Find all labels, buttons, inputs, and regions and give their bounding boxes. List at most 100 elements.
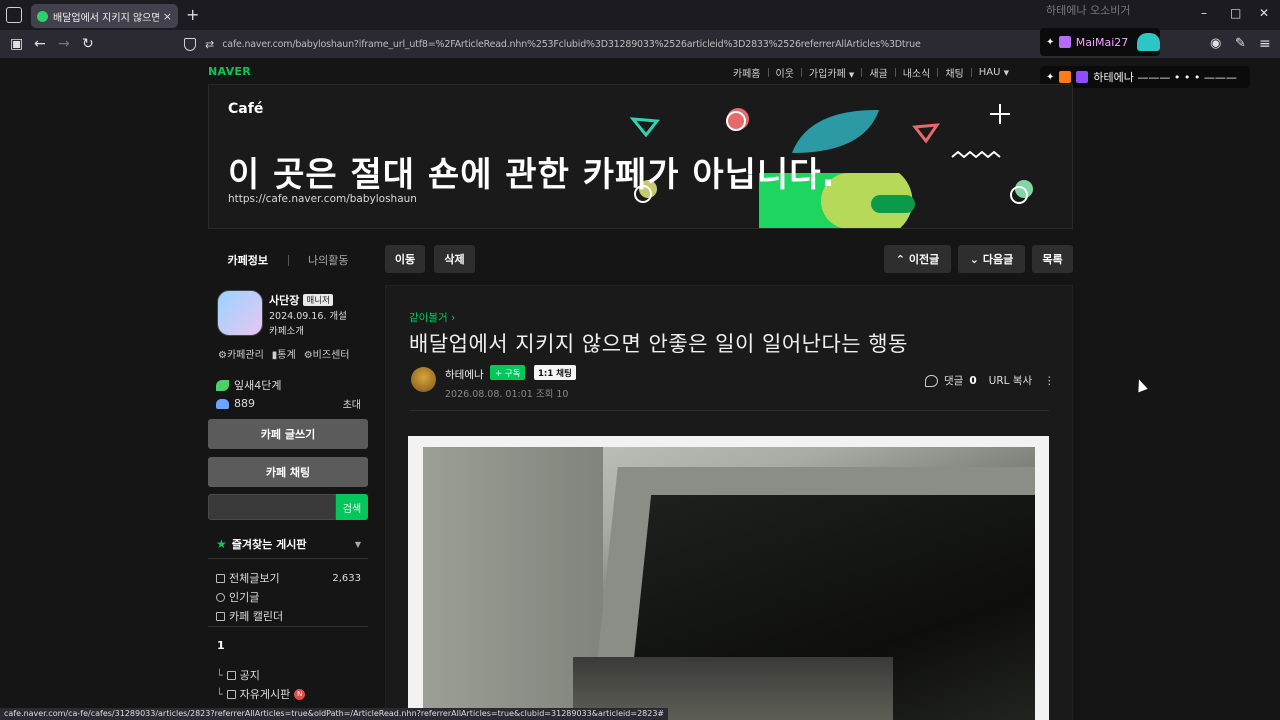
banner-headline: 이 곳은 절대 숀에 관한 카페가 아닙니다. (228, 155, 836, 195)
new-badge: N (294, 688, 306, 700)
tree-branch-icon: └ (216, 668, 223, 682)
chat-message-text: 하테에나 ——— • • • ——— (1093, 71, 1237, 84)
tab-list-icon[interactable] (6, 7, 22, 23)
maximize-icon[interactable]: □ (1230, 6, 1241, 20)
cafe-intro-link[interactable]: 카페소개 (269, 323, 304, 337)
account-icon[interactable]: ◉ (1210, 35, 1221, 53)
menu-joined-cafes[interactable]: 가입카페 ▼ (802, 65, 861, 80)
minimize-icon[interactable]: – (1201, 6, 1207, 20)
tracking-shield-icon[interactable] (184, 37, 196, 51)
comments-label[interactable]: 댓글 (944, 373, 963, 388)
cafe-chat-button[interactable]: 카페 채팅 (208, 457, 368, 487)
board-free[interactable]: └ 자유게시판 N (216, 686, 361, 702)
page-info-icon[interactable]: ⇄ (205, 38, 214, 51)
chat-username: MaiMai27 (1075, 35, 1129, 49)
next-post-label: 다음글 (982, 253, 1014, 266)
one-on-one-chat-button[interactable]: 1:1 채팅 (534, 365, 576, 380)
comments-count[interactable]: 0 (969, 375, 976, 387)
menu-new-posts[interactable]: 새글 (862, 65, 894, 80)
menu-popular[interactable]: 인기글 (216, 589, 361, 605)
article-meta: 2026.08.08. 01:01 조회 10 (445, 389, 569, 400)
delete-button[interactable]: 삭제 (434, 245, 475, 273)
tier-badge-icon (1076, 71, 1089, 83)
owner-profile: 사단장 매니저 (269, 292, 333, 308)
menu-cafe-home[interactable]: 카페홈 (726, 65, 768, 80)
top-menu: 카페홈 이웃 가입카페 ▼ 새글 내소식 채팅 HAU ▼ (726, 65, 1016, 80)
board-link[interactable]: 같이볼거 › (409, 310, 455, 325)
favorite-boards-header[interactable]: ★ 즐겨찾는 게시판 ▼ (216, 536, 361, 552)
stats-link[interactable]: ▮통계 (272, 346, 296, 361)
level-label: 잎새4단계 (234, 379, 282, 392)
all-posts-count: 2,633 (332, 572, 361, 584)
member-count-value[interactable]: 889 (234, 397, 255, 410)
board-group-title: 1 (217, 639, 225, 652)
cafe-search-input[interactable] (208, 494, 336, 520)
tree-branch-icon: └ (216, 687, 223, 701)
new-tab-button[interactable]: + (186, 5, 199, 24)
more-options-icon[interactable]: ⋮ (1044, 375, 1055, 387)
menu-neighbors[interactable]: 이웃 (769, 65, 801, 80)
menu-all-posts[interactable]: 전체글보기 2,633 (216, 570, 361, 586)
cafe-write-button[interactable]: 카페 글쓰기 (208, 419, 368, 449)
tab-close-icon[interactable]: × (163, 10, 172, 23)
menu-icon[interactable]: ≡ (1259, 35, 1271, 53)
subscribe-button[interactable]: + 구독 (490, 365, 526, 380)
menu-calendar[interactable]: 카페 캘린더 (216, 608, 361, 624)
comment-icon[interactable] (925, 374, 938, 387)
author-name[interactable]: 하테에나 (445, 367, 484, 382)
naver-logo[interactable]: NAVER (208, 65, 251, 78)
chevron-down-icon: ▼ (354, 539, 361, 549)
address-bar[interactable]: ⇄ cafe.naver.com/babyloshaun?iframe_url_… (178, 33, 1038, 55)
board-icon (216, 573, 225, 583)
cafe-search-button[interactable]: 검색 (336, 494, 368, 520)
tab-cafe-info[interactable]: 카페정보 (208, 252, 288, 268)
member-count: 889 초대 (216, 396, 361, 411)
window-close-icon[interactable]: ✕ (1259, 6, 1269, 20)
naver-cafe-favicon-icon (37, 10, 48, 22)
zigzag-shape (951, 150, 1001, 159)
manager-badge: 매니저 (303, 294, 333, 306)
move-button[interactable]: 이동 (385, 245, 425, 273)
calendar-icon (216, 611, 225, 621)
gear-icon: ⚙ (218, 350, 227, 361)
article-video[interactable] (423, 447, 1035, 720)
owner-name[interactable]: 사단장 (269, 292, 299, 308)
triangle-shape-2 (912, 123, 941, 144)
sidebar-toggle-icon[interactable]: ▣ (10, 35, 23, 53)
reload-icon[interactable]: ↻ (82, 35, 94, 53)
url-copy-button[interactable]: URL 복사 (989, 373, 1033, 388)
prev-post-button[interactable]: ⌃ 이전글 (884, 245, 951, 273)
people-icon (216, 398, 229, 409)
divider (208, 626, 368, 627)
chat-overlay-faded-text: 하테에나 오소비거 (1046, 4, 1131, 17)
tab-title: 배달업에서 지키지 않으면 안좋 (53, 12, 159, 24)
next-post-button[interactable]: ⌄ 다음글 (958, 245, 1025, 273)
menu-my-news[interactable]: 내소식 (896, 65, 938, 80)
banner-url[interactable]: https://cafe.naver.com/babyloshaun (228, 193, 417, 205)
author-avatar[interactable] (411, 367, 436, 392)
cafe-level: 잎새4단계 (216, 377, 281, 393)
cafe-manage-link[interactable]: ⚙카페관리 (218, 346, 264, 361)
list-button[interactable]: 목록 (1032, 245, 1073, 273)
leaf-icon (216, 379, 229, 391)
biz-center-link[interactable]: ⚙비즈센터 (304, 346, 350, 361)
board-icon (226, 670, 236, 680)
cafe-banner[interactable]: Café 이 곳은 절대 숀에 관한 카페가 아닙니다. https://caf… (208, 84, 1073, 229)
founded-date: 2024.09.16. 개설 (269, 311, 347, 322)
sparkle-icon: ✦ (1046, 36, 1055, 48)
menu-joined-cafes-label: 가입카페 (808, 69, 846, 80)
invite-link[interactable]: 초대 (343, 396, 361, 411)
article-actions: 댓글 0 URL 복사 ⋮ (925, 373, 1055, 388)
menu-chat[interactable]: 채팅 (938, 65, 970, 80)
browser-tab-active[interactable]: 배달업에서 지키지 않으면 안좋 × (31, 4, 178, 28)
owner-avatar[interactable] (217, 290, 263, 336)
forward-icon[interactable]: → (58, 35, 70, 53)
status-bar-url: cafe.naver.com/ca-fe/cafes/31289033/arti… (0, 708, 669, 720)
menu-all-posts-label: 전체글보기 (229, 572, 280, 585)
back-icon[interactable]: ← (34, 35, 46, 53)
menu-user[interactable]: HAU ▼ (972, 67, 1016, 78)
url-text[interactable]: cafe.naver.com/babyloshaun?iframe_url_ut… (222, 39, 921, 50)
tab-my-activity[interactable]: 나의활동 (289, 252, 369, 268)
extensions-icon[interactable]: ✎ (1235, 35, 1246, 53)
board-notice[interactable]: └ 공지 (216, 667, 361, 683)
